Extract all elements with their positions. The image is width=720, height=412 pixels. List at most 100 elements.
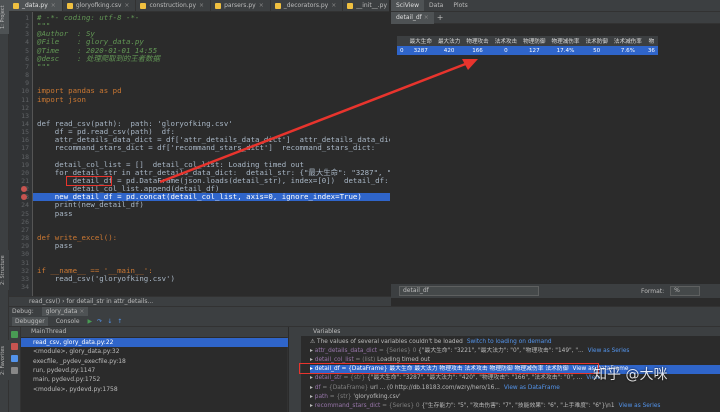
mute-breakpoints-icon[interactable] bbox=[11, 367, 18, 374]
structure-tool-tab[interactable]: 2: Structure bbox=[0, 250, 9, 290]
close-icon[interactable]: × bbox=[259, 0, 264, 11]
code-line[interactable]: pass bbox=[37, 242, 390, 250]
close-icon[interactable]: × bbox=[79, 308, 84, 315]
code-line[interactable]: print(new_detail_df) bbox=[37, 201, 390, 209]
resume-icon[interactable]: ▶ bbox=[88, 318, 93, 325]
thread-selector[interactable]: MainThread bbox=[21, 327, 288, 337]
dataframe-table[interactable]: 最大生命 最大法力 物理攻击 法术攻击 物理防御 物理减伤率 法术防御 法术减伤率物 0 328… bbox=[397, 36, 658, 55]
expression-input[interactable]: detail_df bbox=[399, 286, 539, 296]
code-line[interactable]: recommand_stars_dict = df['recommand_sta… bbox=[37, 144, 390, 152]
variable-value: {"生存能力": "5", "攻击伤害": "7", "技能效果": "6", … bbox=[419, 402, 615, 409]
code-line[interactable] bbox=[37, 283, 390, 291]
tab-console[interactable]: Console bbox=[53, 317, 83, 326]
editor-tab[interactable]: __init__.py× bbox=[343, 0, 389, 11]
close-icon[interactable]: × bbox=[51, 0, 56, 11]
close-icon[interactable]: × bbox=[124, 0, 129, 11]
stack-frame[interactable]: <module>, glory_data.py:32 bbox=[21, 347, 288, 356]
code-line[interactable] bbox=[37, 104, 390, 112]
variable-type: = {Series} 0 bbox=[380, 402, 420, 409]
editor-tab-label: _data.py bbox=[22, 2, 48, 9]
tab-detail-df[interactable]: detail_df × bbox=[391, 11, 434, 24]
table-cell[interactable]: 36 bbox=[644, 46, 658, 55]
code-line[interactable]: """ bbox=[37, 62, 390, 71]
add-tab-icon[interactable]: + bbox=[434, 12, 444, 24]
table-cell[interactable]: 50 bbox=[582, 46, 611, 55]
tab-sciview[interactable]: SciView bbox=[391, 0, 425, 11]
view-as-link[interactable]: Switch to loading on demand bbox=[467, 339, 552, 345]
variable-type: = {DataFrame} bbox=[320, 384, 369, 391]
stack-frame[interactable]: main, pydevd.py:1752 bbox=[21, 375, 288, 384]
view-as-link[interactable]: View as Series bbox=[619, 403, 661, 409]
code-line[interactable]: def write_excel(): bbox=[37, 234, 390, 242]
editor-tab[interactable]: _decorators.py × bbox=[271, 0, 344, 11]
column-header[interactable]: 最大法力 bbox=[434, 36, 464, 46]
step-out-icon[interactable]: ↑ bbox=[117, 318, 122, 325]
code-line[interactable]: import json bbox=[37, 95, 390, 104]
tab-debugger[interactable]: Debugger bbox=[12, 316, 48, 326]
column-header[interactable]: 法术攻击 bbox=[491, 36, 521, 46]
variable-row[interactable]: ▸ path = {str} 'gloryofking.csv' bbox=[310, 393, 720, 402]
table-cell[interactable]: 3287 bbox=[406, 46, 435, 55]
stack-frame[interactable]: <module>, pydevd.py:1758 bbox=[21, 385, 288, 394]
stop-icon[interactable] bbox=[11, 343, 18, 350]
column-header[interactable]: 物理防御 bbox=[520, 36, 549, 46]
column-header[interactable]: 物 bbox=[644, 36, 658, 46]
stack-frame[interactable]: run, pydevd.py:1147 bbox=[21, 366, 288, 375]
code-line[interactable] bbox=[37, 71, 390, 79]
tab-plots[interactable]: Plots bbox=[448, 0, 472, 11]
editor-tab[interactable]: _data.py × bbox=[9, 0, 63, 11]
rerun-icon[interactable] bbox=[11, 331, 18, 338]
highlight-box-code bbox=[66, 176, 112, 186]
editor-tab[interactable]: construction.py × bbox=[136, 0, 212, 11]
variable-row[interactable]: ▸ attr_details_data_dict = {Series} 0 {"… bbox=[310, 347, 720, 356]
close-icon[interactable]: × bbox=[331, 0, 336, 11]
code-line[interactable]: read_csv('gloryofking.csv') bbox=[37, 274, 390, 283]
code-line[interactable]: pass bbox=[37, 209, 390, 218]
code-line[interactable]: @desc : 处理爬取到的王者数据 bbox=[37, 54, 390, 63]
variable-row[interactable]: ▸ df = {DataFrame} url ... (0 http://db.… bbox=[310, 384, 720, 393]
step-into-icon[interactable]: ↓ bbox=[107, 318, 112, 325]
code-line[interactable] bbox=[37, 250, 390, 258]
table-cell[interactable]: 17.4% bbox=[548, 46, 583, 55]
variable-row[interactable]: ▸ recommand_stars_dict = {Series} 0 {"生存… bbox=[310, 402, 720, 411]
sciview-tab-bar: SciView Data Plots bbox=[391, 0, 720, 12]
code-line[interactable]: # -*- coding: utf-8 -*- bbox=[37, 14, 390, 22]
table-row[interactable]: 0 3287 420 166 0 127 17.4% 50 7.6% 36 bbox=[397, 46, 658, 55]
table-cell[interactable]: 127 bbox=[520, 46, 549, 55]
format-input[interactable]: % bbox=[670, 286, 701, 296]
view-as-link[interactable]: View as DataFrame bbox=[504, 385, 560, 391]
breadcrumb[interactable]: read_csv() › for detail_str in attr_deta… bbox=[9, 296, 391, 306]
debug-config-tab[interactable]: glory_data × bbox=[41, 307, 89, 316]
column-header[interactable]: 法术防御 bbox=[582, 36, 611, 46]
favorites-tool-tab[interactable]: 2: Favorites bbox=[0, 340, 9, 380]
editor-tab[interactable]: parsers.py × bbox=[211, 0, 271, 11]
variable-row[interactable]: ⚠ The values of several variables couldn… bbox=[310, 338, 720, 347]
column-header[interactable]: 物理攻击 bbox=[463, 36, 492, 46]
warning-icon[interactable]: ⚠ bbox=[310, 339, 317, 345]
code-editor[interactable]: # -*- coding: utf-8 -*- """ @Author : Sy @F… bbox=[33, 12, 390, 296]
table-cell[interactable]: 7.6% bbox=[610, 46, 645, 55]
format-label: Format: bbox=[641, 287, 665, 295]
close-icon[interactable]: × bbox=[424, 14, 429, 21]
step-over-icon[interactable]: ↷ bbox=[97, 318, 102, 325]
column-header[interactable]: 法术减伤率 bbox=[610, 36, 645, 46]
code-line[interactable]: import pandas as pd bbox=[37, 87, 390, 95]
table-cell[interactable]: 0 bbox=[397, 46, 407, 55]
column-header[interactable]: 物理减伤率 bbox=[548, 36, 583, 46]
variable-value: {"最大生命": "3287", "最大法力": "420", "物理攻击": … bbox=[365, 375, 583, 382]
editor-tab[interactable]: gloryofking.csv × bbox=[63, 0, 137, 11]
project-tool-tab[interactable]: 1: Project bbox=[0, 0, 9, 34]
table-cell[interactable]: 166 bbox=[463, 46, 492, 55]
view-breakpoints-icon[interactable] bbox=[11, 355, 18, 362]
table-cell[interactable]: 0 bbox=[491, 46, 521, 55]
stack-frame[interactable]: execfile, _pydev_execfile.py:18 bbox=[21, 357, 288, 366]
stack-frame[interactable]: read_csv, glory_data.py:22 bbox=[21, 338, 288, 347]
tab-data[interactable]: Data bbox=[424, 0, 448, 11]
column-header[interactable]: 最大生命 bbox=[406, 36, 435, 46]
column-header[interactable] bbox=[397, 36, 407, 46]
editor-tab-label: __init__.py bbox=[356, 2, 388, 9]
close-icon[interactable]: × bbox=[199, 0, 204, 11]
code-line[interactable] bbox=[37, 218, 390, 226]
view-as-link[interactable]: View as Series bbox=[588, 348, 630, 354]
table-cell[interactable]: 420 bbox=[434, 46, 464, 55]
